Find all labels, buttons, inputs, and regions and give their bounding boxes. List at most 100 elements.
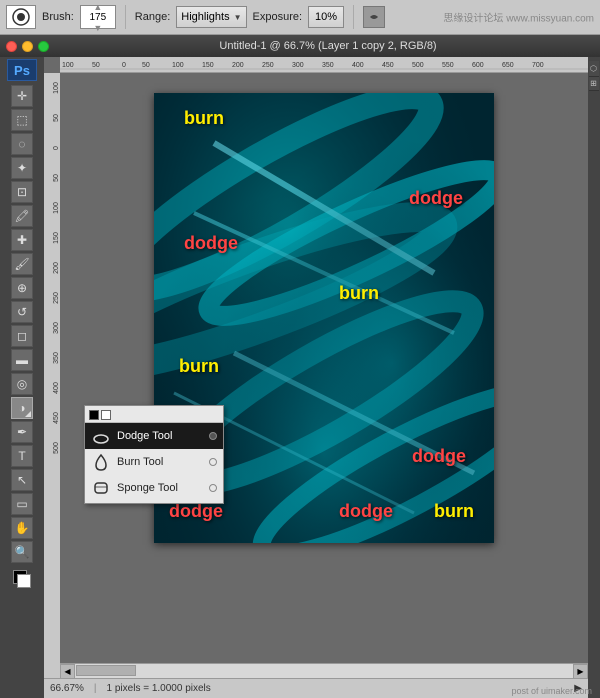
path-select-tool[interactable]: ↖ <box>11 469 33 491</box>
separator2 <box>353 5 354 29</box>
channels-tab[interactable]: ⊞ <box>589 77 599 91</box>
brush-preview[interactable] <box>6 5 36 29</box>
svg-text:200: 200 <box>232 62 244 69</box>
svg-text:100: 100 <box>53 202 60 214</box>
zoom-level: 66.67% <box>50 683 84 694</box>
select-tool[interactable]: ⬚ <box>11 109 33 131</box>
pen-tool[interactable]: ✒ <box>11 421 33 443</box>
range-label: Range: <box>135 11 170 23</box>
burn-icon <box>91 452 111 472</box>
label-burn-4: burn <box>434 501 474 522</box>
status-bar: 66.67% | 1 pixels = 1.0000 pixels ▶ <box>44 678 588 698</box>
window-title: Untitled-1 @ 66.7% (Layer 1 copy 2, RGB/… <box>62 40 594 52</box>
gradient-tool[interactable]: ▬ <box>11 349 33 371</box>
label-dodge-5: dodge <box>339 501 393 522</box>
panel-tabs: ⬡ ⊞ <box>588 57 600 698</box>
label-burn-3: burn <box>179 356 219 377</box>
horizontal-ruler: 100 50 0 50 100 150 200 250 300 350 400 … <box>60 57 588 73</box>
shape-tool[interactable]: ▭ <box>11 493 33 515</box>
vertical-ruler: 100 50 0 50 100 150 200 250 300 350 400 … <box>44 73 60 678</box>
menu-item-sponge[interactable]: Sponge Tool <box>85 475 223 501</box>
eraser-tool[interactable]: ◻ <box>11 325 33 347</box>
svg-text:100: 100 <box>53 82 60 94</box>
hand-tool[interactable]: ✋ <box>11 517 33 539</box>
context-menu: Dodge Tool Burn Tool Sponge Tool <box>84 405 224 504</box>
minimize-button[interactable] <box>22 41 33 52</box>
scroll-track-h[interactable] <box>75 664 573 678</box>
svg-text:550: 550 <box>442 62 454 69</box>
eyedropper-tool[interactable]: 🖍 <box>11 205 33 227</box>
svg-text:250: 250 <box>53 292 60 304</box>
svg-text:350: 350 <box>322 62 334 69</box>
menu-dot-sponge <box>209 484 217 492</box>
dodge-label: Dodge Tool <box>117 430 172 442</box>
scroll-right[interactable]: ▶ <box>573 664 588 679</box>
dodge-burn-tool[interactable]: ◑ <box>11 397 33 419</box>
svg-text:300: 300 <box>292 62 304 69</box>
svg-text:100: 100 <box>172 62 184 69</box>
menu-item-burn[interactable]: Burn Tool <box>85 449 223 475</box>
title-bar: Untitled-1 @ 66.7% (Layer 1 copy 2, RGB/… <box>0 35 600 57</box>
svg-text:600: 600 <box>472 62 484 69</box>
exposure-label: Exposure: <box>253 11 303 23</box>
sponge-label: Sponge Tool <box>117 482 178 494</box>
exposure-input[interactable]: 10% <box>308 6 344 28</box>
brush-size-display[interactable]: ▲ 175 ▼ <box>80 5 116 29</box>
canvas-container[interactable]: burn dodge dodge burn burn dodge dodge d… <box>60 73 588 678</box>
svg-text:150: 150 <box>202 62 214 69</box>
color-swatches[interactable] <box>11 568 33 590</box>
zoom-tool[interactable]: 🔍 <box>11 541 33 563</box>
canvas-area: 100 50 0 50 100 150 200 250 300 350 400 … <box>44 57 588 698</box>
move-tool[interactable]: ✛ <box>11 85 33 107</box>
brush-size-value: 175 <box>89 12 106 23</box>
label-dodge-3: dodge <box>412 446 466 467</box>
svg-text:700: 700 <box>532 62 544 69</box>
magic-wand-tool[interactable]: ✦ <box>11 157 33 179</box>
horizontal-scrollbar[interactable]: ◀ ▶ <box>60 663 588 678</box>
lasso-tool[interactable]: ◌ <box>11 133 33 155</box>
blur-tool[interactable]: ◎ <box>11 373 33 395</box>
stamp-tool[interactable]: ⊕ <box>11 277 33 299</box>
svg-text:450: 450 <box>382 62 394 69</box>
svg-text:0: 0 <box>53 146 60 150</box>
photoshop-window: Untitled-1 @ 66.7% (Layer 1 copy 2, RGB/… <box>0 35 600 698</box>
label-burn-1: burn <box>184 108 224 129</box>
sponge-icon <box>91 478 111 498</box>
ps-main-area: Ps ✛ ⬚ ◌ ✦ ⊡ 🖍 ✚ 🖌 ⊕ ↺ ◻ ▬ ◎ ◑ ✒ T ↖ ▭ ✋… <box>0 57 600 698</box>
crop-tool[interactable]: ⊡ <box>11 181 33 203</box>
dropdown-arrow: ▼ <box>234 13 242 22</box>
burn-label: Burn Tool <box>117 456 163 468</box>
svg-text:350: 350 <box>53 352 60 364</box>
layers-tab[interactable]: ⬡ <box>589 61 599 77</box>
airbrush-toggle[interactable] <box>363 6 385 28</box>
pixel-info: 1 pixels = 1.0000 pixels <box>107 683 211 694</box>
svg-text:400: 400 <box>352 62 364 69</box>
svg-text:400: 400 <box>53 382 60 394</box>
ps-logo: Ps <box>7 59 37 81</box>
menu-dot-dodge <box>209 432 217 440</box>
svg-text:500: 500 <box>412 62 424 69</box>
svg-text:150: 150 <box>53 232 60 244</box>
footer-watermark: post of uimaker.com <box>511 686 592 696</box>
svg-text:450: 450 <box>53 412 60 424</box>
exposure-value: 10% <box>315 11 337 23</box>
label-dodge-1: dodge <box>409 188 463 209</box>
scroll-thumb-h[interactable] <box>76 665 136 676</box>
dodge-icon <box>91 426 111 446</box>
menu-dot-burn <box>209 458 217 466</box>
close-button[interactable] <box>6 41 17 52</box>
separator <box>125 5 126 29</box>
range-select[interactable]: Highlights ▼ <box>176 6 246 28</box>
brush-tool[interactable]: 🖌 <box>11 253 33 275</box>
svg-text:0: 0 <box>122 62 126 69</box>
svg-text:500: 500 <box>53 442 60 454</box>
menu-item-dodge[interactable]: Dodge Tool <box>85 423 223 449</box>
svg-text:650: 650 <box>502 62 514 69</box>
svg-text:200: 200 <box>53 262 60 274</box>
tools-panel: Ps ✛ ⬚ ◌ ✦ ⊡ 🖍 ✚ 🖌 ⊕ ↺ ◻ ▬ ◎ ◑ ✒ T ↖ ▭ ✋… <box>0 57 44 698</box>
history-brush-tool[interactable]: ↺ <box>11 301 33 323</box>
text-tool[interactable]: T <box>11 445 33 467</box>
scroll-left[interactable]: ◀ <box>60 664 75 679</box>
heal-tool[interactable]: ✚ <box>11 229 33 251</box>
maximize-button[interactable] <box>38 41 49 52</box>
